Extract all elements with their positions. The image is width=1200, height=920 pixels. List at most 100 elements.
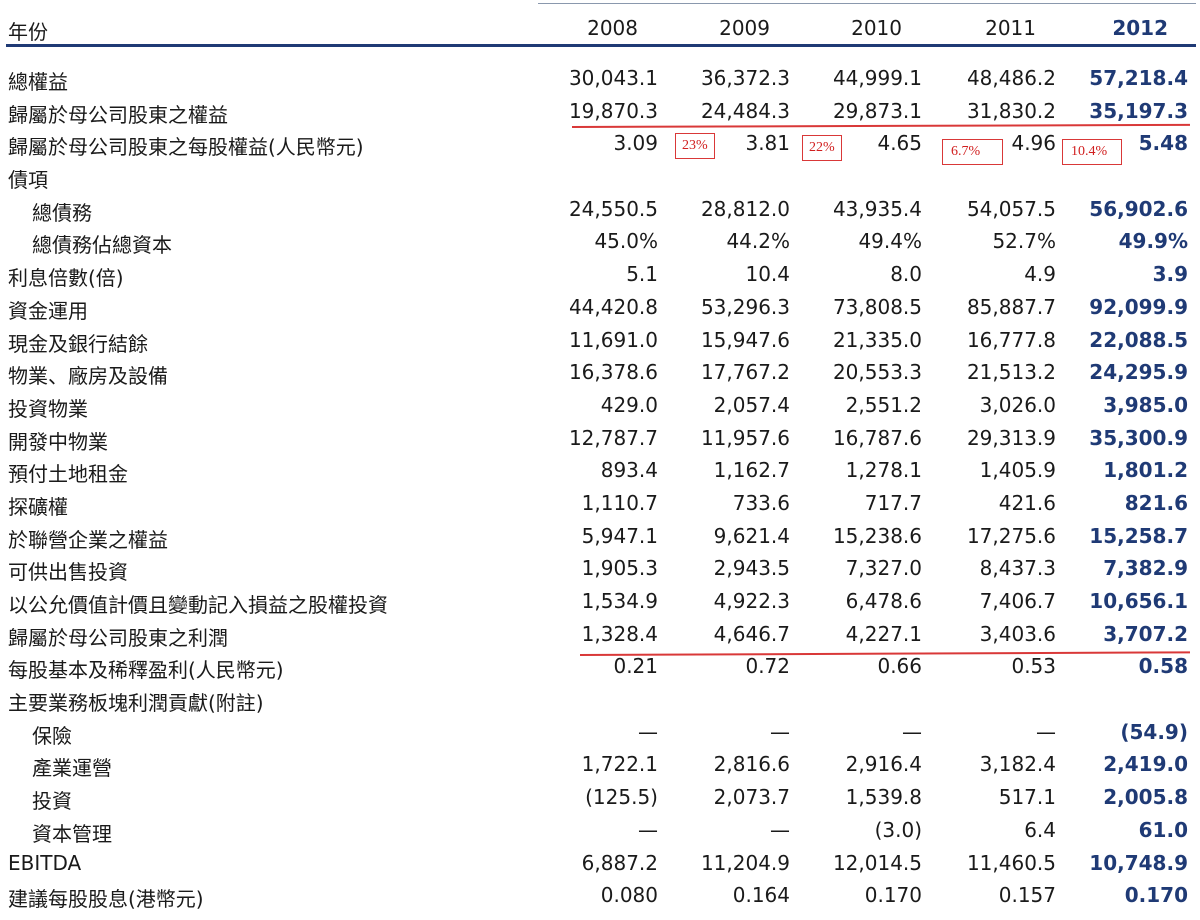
cell-2011: 17,275.6	[966, 523, 1056, 548]
cell-2009: 2,057.4	[713, 392, 790, 417]
row-label: 總債務	[32, 200, 92, 225]
cell-2011: 31,830.2	[966, 98, 1056, 123]
cell-2010: 16,787.6	[832, 425, 922, 450]
row-label: 債項	[8, 168, 48, 193]
cell-2010: 73,808.5	[832, 294, 922, 319]
cell-2012: 56,902.6	[1089, 196, 1188, 221]
row-label: 投資	[32, 789, 72, 814]
cell-2011: 3,182.4	[979, 752, 1056, 777]
cell-2010: —	[902, 719, 922, 744]
cell-2010: 4,227.1	[845, 621, 922, 646]
table-row: 產業運營 1,722.1 2,816.6 2,916.4 3,182.4 2,419.0	[0, 748, 1200, 781]
cell-2011: 4.9	[1024, 262, 1056, 287]
cell-2010: 49.4%	[858, 229, 922, 254]
cell-2008: 12,787.7	[568, 425, 658, 450]
cell-2009: 53,296.3	[700, 294, 790, 319]
annotation-growth-2010: 22%	[802, 135, 842, 161]
cell-2010: 6,478.6	[845, 589, 922, 613]
row-label: 歸屬於母公司股東之每股權益(人民幣元)	[8, 135, 364, 160]
cell-2010: 29,873.1	[832, 98, 922, 123]
table-header: 年份 2008 2009 2010 2011 2012	[0, 8, 1200, 44]
cell-2011: —	[1036, 719, 1056, 744]
table-row: EBITDA 6,887.2 11,204.9 12,014.5 11,460.5 10,…	[0, 847, 1200, 880]
row-label: 主要業務板塊利潤貢獻(附註)	[8, 691, 264, 716]
table-row: 資本管理 — — (3.0) 6.4 61.0	[0, 814, 1200, 847]
header-year-2010: 2010	[851, 16, 902, 40]
cell-2009: —	[770, 817, 790, 842]
cell-2008: 893.4	[600, 458, 658, 483]
cell-2009: 10.4	[745, 262, 790, 287]
cell-2010: 2,916.4	[845, 752, 922, 777]
header-year-2009: 2009	[719, 16, 770, 40]
cell-2011: 0.53	[1011, 654, 1056, 679]
row-label: 建議每股股息(港幣元)	[8, 887, 204, 912]
cell-2010: 2,551.2	[845, 392, 922, 417]
cell-2009: 1,162.7	[713, 458, 790, 483]
cell-2009: 3.81	[745, 131, 790, 156]
table-row: 總權益 30,043.1 36,372.3 44,999.1 48,486.2 57,21…	[0, 62, 1200, 95]
annotation-growth-2012: 10.4%	[1062, 139, 1123, 165]
cell-2011: 21,513.2	[966, 360, 1056, 385]
table-row: 預付土地租金 893.4 1,162.7 1,278.1 1,405.9 1,801.2	[0, 454, 1200, 487]
row-label: 歸屬於母公司股東之利潤	[8, 625, 228, 650]
row-label: 資本管理	[32, 821, 112, 846]
row-label: 歸屬於母公司股東之權益	[8, 102, 228, 127]
cell-2012: (54.9)	[1120, 719, 1188, 744]
cell-2008: 1,534.9	[581, 589, 658, 613]
table-row: 現金及銀行結餘 11,691.0 15,947.6 21,335.0 16,777.8 2…	[0, 324, 1200, 357]
row-label: 於聯營企業之權益	[8, 527, 168, 552]
cell-2012: 22,088.5	[1089, 327, 1188, 352]
cell-2008: 44,420.8	[568, 294, 658, 319]
cell-2009: 11,204.9	[700, 850, 790, 875]
row-label: 產業運營	[32, 756, 112, 781]
cell-2012: 3.9	[1152, 262, 1188, 287]
cell-2011: 16,777.8	[966, 327, 1056, 352]
cell-2009: 44.2%	[726, 229, 790, 254]
row-label: 預付土地租金	[8, 462, 128, 487]
cell-2011: 29,313.9	[966, 425, 1056, 450]
table-row: 歸屬於母公司股東之利潤 1,328.4 4,646.7 4,227.1 3,403.6 3…	[0, 618, 1200, 651]
row-label: 物業、廠房及設備	[8, 364, 168, 389]
cell-2009: 11,957.6	[700, 425, 790, 450]
cell-2008: 19,870.3	[568, 98, 658, 123]
cell-2009: 15,947.6	[700, 327, 790, 352]
cell-2010: 21,335.0	[832, 327, 922, 352]
cell-2009: 17,767.2	[700, 360, 790, 385]
cell-2010: 1,278.1	[845, 458, 922, 483]
cell-2012: 92,099.9	[1089, 294, 1188, 319]
cell-2009: 733.6	[732, 490, 790, 515]
cell-2008: 429.0	[600, 392, 658, 417]
cell-2009: 0.164	[732, 883, 790, 908]
annotation-growth-2011: 6.7%	[942, 139, 1004, 165]
cell-2011: 7,406.7	[979, 589, 1056, 613]
table-row: 以公允價值計價且變動記入損益之股權投資 1,534.9 4,922.3 6,478.6…	[0, 585, 1200, 618]
cell-2012: 2,005.8	[1103, 785, 1188, 810]
table-row: 物業、廠房及設備 16,378.6 17,767.2 20,553.3 21,513.2…	[0, 356, 1200, 389]
cell-2011: 421.6	[998, 490, 1056, 515]
cell-2012: 3,985.0	[1103, 392, 1188, 417]
row-label: 總債務佔總資本	[32, 233, 172, 258]
table-row: 歸屬於母公司股東之每股權益(人民幣元) 3.09 3.81 4.65 4.96 5.48	[0, 127, 1200, 160]
row-label: 利息倍數(倍)	[8, 266, 124, 291]
row-label: EBITDA	[8, 850, 82, 875]
cell-2008: 1,110.7	[581, 490, 658, 515]
table-row: 債項	[0, 160, 1200, 193]
table-body: 總權益 30,043.1 36,372.3 44,999.1 48,486.2 57,21…	[0, 62, 1200, 912]
cell-2008: 5.1	[626, 262, 658, 287]
cell-2010: 20,553.3	[832, 360, 922, 385]
cell-2008: 1,722.1	[581, 752, 658, 777]
cell-2012: 0.170	[1124, 883, 1188, 908]
cell-2011: 6.4	[1024, 817, 1056, 842]
table-row: 歸屬於母公司股東之權益 19,870.3 24,484.3 29,873.1 31,83…	[0, 95, 1200, 128]
row-label: 每股基本及稀釋盈利(人民幣元)	[8, 658, 284, 683]
cell-2008: 16,378.6	[568, 360, 658, 385]
cell-2008: 6,887.2	[581, 850, 658, 875]
cell-2011: 54,057.5	[966, 196, 1056, 221]
row-label: 保險	[32, 723, 72, 748]
table-row: 可供出售投資 1,905.3 2,943.5 7,327.0 8,437.3 7,382.…	[0, 552, 1200, 585]
cell-2012: 2,419.0	[1103, 752, 1188, 777]
cell-2010: 8.0	[890, 262, 922, 287]
table-row: 投資 (125.5) 2,073.7 1,539.8 517.1 2,005.8	[0, 781, 1200, 814]
cell-2010: 7,327.0	[845, 556, 922, 581]
cell-2011: 1,405.9	[979, 458, 1056, 483]
